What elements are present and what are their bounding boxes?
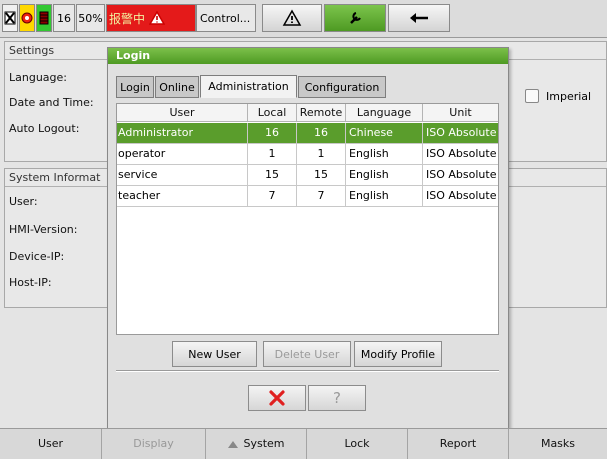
cancel-button[interactable] bbox=[248, 385, 306, 411]
bottom-system-label: System bbox=[243, 437, 285, 450]
col-language[interactable]: Language bbox=[346, 104, 423, 122]
cell-language: Chinese bbox=[346, 123, 423, 143]
percent-cell: 50% bbox=[76, 4, 105, 32]
back-arrow-icon bbox=[410, 13, 428, 23]
host-ip-label: Host-IP: bbox=[9, 276, 52, 289]
cell-local: 15 bbox=[248, 165, 297, 185]
warning-triangle-icon bbox=[282, 9, 302, 26]
hmi-version-label: HMI-Version: bbox=[9, 223, 78, 236]
bottom-masks-button[interactable]: Masks bbox=[509, 429, 607, 459]
cell-local: 7 bbox=[248, 186, 297, 206]
bottom-report-button[interactable]: Report bbox=[408, 429, 509, 459]
cell-unit: ISO Absolute bbox=[426, 189, 497, 202]
tab-online[interactable]: Online bbox=[155, 76, 199, 98]
dialog-title: Login bbox=[108, 48, 508, 64]
cell-unit: ISO Absolute bbox=[426, 168, 497, 181]
alarm-text: 报警中 bbox=[109, 11, 146, 26]
back-button[interactable] bbox=[388, 4, 450, 32]
autologout-label: Auto Logout: bbox=[9, 122, 80, 135]
triangle-up-icon bbox=[228, 440, 239, 448]
cell-unit: ISO Absolute bbox=[426, 126, 497, 139]
table-row[interactable]: teacher 7 7 English ISO Absolute bbox=[117, 186, 498, 207]
top-status-bar: 16 50% 报警中 Control... bbox=[0, 0, 607, 38]
new-user-button[interactable]: New User bbox=[172, 341, 257, 367]
imperial-checkbox[interactable] bbox=[525, 89, 539, 103]
battery-icon bbox=[36, 4, 52, 32]
user-table: User Local Remote Language Unit Administ… bbox=[116, 103, 499, 335]
close-icon bbox=[269, 390, 285, 406]
cell-remote: 15 bbox=[297, 165, 346, 185]
cell-language: English bbox=[346, 165, 423, 185]
warning-button[interactable] bbox=[262, 4, 322, 32]
user-label: User: bbox=[9, 195, 38, 208]
col-unit[interactable]: Unit bbox=[423, 104, 498, 122]
cell-local: 1 bbox=[248, 144, 297, 164]
tab-configuration[interactable]: Configuration bbox=[298, 76, 386, 98]
cell-unit: ISO Absolute bbox=[426, 147, 497, 160]
imperial-label: Imperial bbox=[546, 90, 592, 103]
cell-language: English bbox=[346, 186, 423, 206]
table-header: User Local Remote Language Unit bbox=[117, 104, 498, 122]
alarm-status[interactable]: 报警中 bbox=[106, 4, 196, 32]
service-button[interactable] bbox=[324, 4, 386, 32]
stop-icon[interactable] bbox=[2, 4, 18, 32]
wrench-icon bbox=[350, 12, 361, 24]
cell-remote: 16 bbox=[297, 123, 346, 143]
help-button[interactable]: ? bbox=[308, 385, 366, 411]
bottom-system-button[interactable]: System bbox=[206, 429, 307, 459]
control-cell[interactable]: Control... bbox=[196, 4, 256, 32]
bottom-lock-button[interactable]: Lock bbox=[307, 429, 408, 459]
percent-text: 50% bbox=[78, 11, 103, 25]
bottom-display-button[interactable]: Display bbox=[102, 429, 206, 459]
warning-icon bbox=[149, 11, 166, 25]
modify-profile-button[interactable]: Modify Profile bbox=[354, 341, 442, 367]
cell-user: teacher bbox=[117, 186, 248, 206]
tab-administration[interactable]: Administration bbox=[200, 75, 297, 98]
bottom-nav-bar: User Display System Lock Report Masks bbox=[0, 428, 607, 459]
counter-text: 16 bbox=[57, 11, 71, 25]
bottom-user-button[interactable]: User bbox=[0, 429, 102, 459]
device-ip-label: Device-IP: bbox=[9, 250, 65, 263]
cell-user: service bbox=[117, 165, 248, 185]
help-label: ? bbox=[333, 389, 341, 407]
control-label: Control... bbox=[200, 11, 251, 25]
datetime-label: Date and Time: bbox=[9, 96, 94, 109]
col-remote[interactable]: Remote bbox=[297, 104, 346, 122]
cell-language: English bbox=[346, 144, 423, 164]
table-row[interactable]: Administrator 16 16 Chinese ISO Absolute bbox=[117, 123, 498, 144]
cell-local: 16 bbox=[248, 123, 297, 143]
cell-remote: 7 bbox=[297, 186, 346, 206]
col-local[interactable]: Local bbox=[248, 104, 297, 122]
cell-user: operator bbox=[117, 144, 248, 164]
col-user[interactable]: User bbox=[117, 104, 248, 122]
dialog-divider bbox=[116, 370, 499, 372]
tab-login[interactable]: Login bbox=[116, 76, 154, 98]
language-label: Language: bbox=[9, 71, 67, 84]
cell-remote: 1 bbox=[297, 144, 346, 164]
table-row[interactable]: operator 1 1 English ISO Absolute bbox=[117, 144, 498, 165]
emergency-icon[interactable] bbox=[19, 4, 35, 32]
table-row[interactable]: service 15 15 English ISO Absolute bbox=[117, 165, 498, 186]
cell-user: Administrator bbox=[117, 123, 248, 143]
delete-user-button[interactable]: Delete User bbox=[263, 341, 351, 367]
counter-cell: 16 bbox=[53, 4, 75, 32]
